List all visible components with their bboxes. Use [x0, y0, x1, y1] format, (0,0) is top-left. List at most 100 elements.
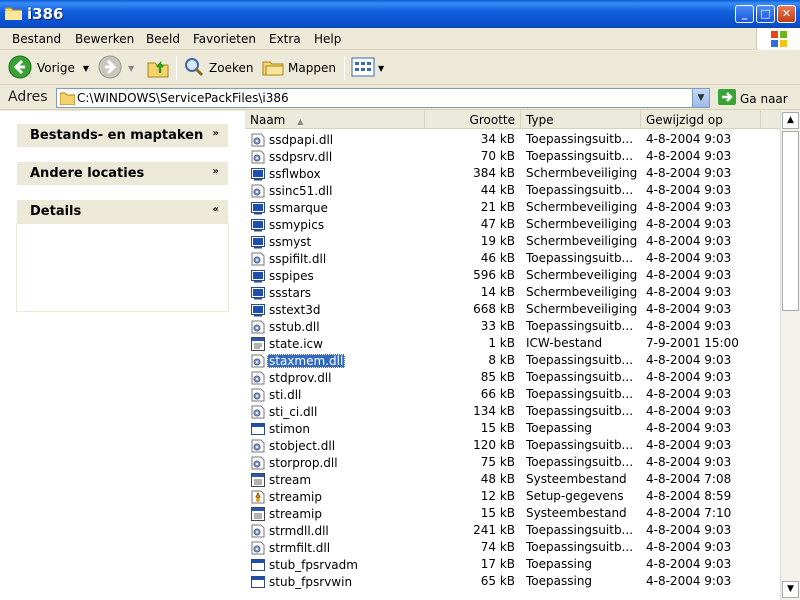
- file-row[interactable]: stream 48 kB Systeembestand 4-8-2004 7:08: [245, 471, 780, 488]
- file-row[interactable]: streamip 15 kB Systeembestand 4-8-2004 7:10: [245, 505, 780, 522]
- file-date: 4-8-2004 9:03: [646, 540, 732, 554]
- address-field[interactable]: C:\WINDOWS\ServicePackFiles\i386 ▼: [56, 88, 710, 108]
- file-row[interactable]: sspifilt.dll 46 kB Toepassingsuitb... 4-8-2…: [245, 250, 780, 267]
- file-row[interactable]: ssstars 14 kB Schermbeveiliging 4-8-2004 9:…: [245, 284, 780, 301]
- menu-bestand[interactable]: Bestand: [12, 32, 61, 46]
- search-button[interactable]: Zoeken: [183, 55, 253, 81]
- go-label: Ga naar: [740, 91, 788, 106]
- file-row[interactable]: ssdpsrv.dll 70 kB Toepassingsuitb... 4-8-20…: [245, 148, 780, 165]
- back-button[interactable]: Vorige ▼: [8, 55, 89, 81]
- back-dropdown-icon[interactable]: ▼: [83, 64, 89, 73]
- file-row[interactable]: sti.dll 66 kB Toepassingsuitb... 4-8-2004 9…: [245, 386, 780, 403]
- file-type: Toepassingsuitb...: [526, 523, 634, 537]
- menu-bewerken[interactable]: Bewerken: [75, 32, 134, 46]
- file-row[interactable]: stdprov.dll 85 kB Toepassingsuitb... 4-8-20…: [245, 369, 780, 386]
- column-header-name[interactable]: Naam ▲: [245, 111, 425, 129]
- file-name: sstub.dll: [269, 319, 320, 334]
- expand-chevron-icon[interactable]: »: [213, 128, 219, 139]
- file-size: 85 kB: [480, 370, 515, 384]
- file-row[interactable]: ssdpapi.dll 34 kB Toepassingsuitb... 4-8-20…: [245, 131, 780, 148]
- file-name-cell: stub_fpsrvwin: [251, 573, 421, 590]
- file-row[interactable]: stub_fpsrvwin 65 kB Toepassing 4-8-2004 9:0…: [245, 573, 780, 590]
- file-row[interactable]: streamip 12 kB Setup-gegevens 4-8-2004 8:59: [245, 488, 780, 505]
- file-row[interactable]: ssmypics 47 kB Schermbeveiliging 4-8-2004 9…: [245, 216, 780, 233]
- file-name-cell: ssmypics: [251, 216, 421, 233]
- section-file-folder-tasks[interactable]: Bestands- en maptaken »: [16, 123, 229, 148]
- file-size: 668 kB: [473, 302, 515, 316]
- address-path: C:\WINDOWS\ServicePackFiles\i386: [77, 91, 289, 105]
- file-name-cell: sti.dll: [251, 386, 421, 403]
- file-row[interactable]: ssmarque 21 kB Schermbeveiliging 4-8-2004 9…: [245, 199, 780, 216]
- title-bar[interactable]: i386 _ □ ✕: [0, 0, 800, 28]
- file-name: sti_ci.dll: [269, 404, 318, 419]
- forward-button[interactable]: ▼: [98, 55, 134, 81]
- menu-favorieten[interactable]: Favorieten: [193, 32, 256, 46]
- file-row[interactable]: ssinc51.dll 44 kB Toepassingsuitb... 4-8-20…: [245, 182, 780, 199]
- file-name-cell: ssmarque: [251, 199, 421, 216]
- section-details[interactable]: Details «: [16, 199, 229, 224]
- file-row[interactable]: ssmyst 19 kB Schermbeveiliging 4-8-2004 9:0…: [245, 233, 780, 250]
- file-date: 4-8-2004 9:03: [646, 302, 732, 316]
- folders-button[interactable]: Mappen: [262, 55, 336, 81]
- column-header-date[interactable]: Gewijzigd op: [641, 111, 761, 129]
- file-row[interactable]: stobject.dll 120 kB Toepassingsuitb... 4-8-…: [245, 437, 780, 454]
- menu-bar: Bestand Bewerken Beeld Favorieten Extra …: [0, 28, 800, 50]
- file-row[interactable]: sstext3d 668 kB Schermbeveiliging 4-8-2004 …: [245, 301, 780, 318]
- file-date: 4-8-2004 9:03: [646, 166, 732, 180]
- expand-chevron-icon[interactable]: »: [213, 166, 219, 177]
- file-type: Toepassing: [526, 574, 593, 588]
- minimize-button[interactable]: _: [735, 5, 754, 23]
- file-name-cell: sstub.dll: [251, 318, 421, 335]
- file-size: 241 kB: [473, 523, 515, 537]
- file-row[interactable]: sspipes 596 kB Schermbeveiliging 4-8-2004 9…: [245, 267, 780, 284]
- vertical-scrollbar[interactable]: ▲ ▼: [780, 111, 800, 600]
- file-row[interactable]: stimon 15 kB Toepassing 4-8-2004 9:03: [245, 420, 780, 437]
- maximize-button[interactable]: □: [756, 5, 775, 23]
- column-name-label: Naam: [250, 113, 286, 127]
- column-header-type[interactable]: Type: [521, 111, 641, 129]
- file-row[interactable]: stub_fpsrvadm 17 kB Toepassing 4-8-2004 9:0…: [245, 556, 780, 573]
- details-panel-body: [16, 223, 229, 312]
- file-row[interactable]: ssflwbox 384 kB Schermbeveiliging 4-8-2004 …: [245, 165, 780, 182]
- forward-dropdown-icon[interactable]: ▼: [128, 64, 134, 73]
- file-name: ssinc51.dll: [269, 183, 333, 198]
- file-size: 46 kB: [480, 251, 515, 265]
- screensaver-icon: [251, 201, 265, 215]
- file-row[interactable]: strmdll.dll 241 kB Toepassingsuitb... 4-8-2…: [245, 522, 780, 539]
- menu-extra[interactable]: Extra: [269, 32, 301, 46]
- file-row[interactable]: state.icw 1 kB ICW-bestand 7-9-2001 15:00: [245, 335, 780, 352]
- collapse-chevron-icon[interactable]: «: [213, 204, 219, 215]
- file-row[interactable]: strmfilt.dll 74 kB Toepassingsuitb... 4-8-2…: [245, 539, 780, 556]
- folder-icon: [59, 91, 76, 108]
- up-folder-button[interactable]: [146, 55, 170, 81]
- file-type: Toepassingsuitb...: [526, 540, 634, 554]
- file-name: state.icw: [269, 336, 323, 351]
- window-title: i386: [27, 5, 64, 23]
- scroll-down-button[interactable]: ▼: [782, 581, 799, 598]
- column-header-size[interactable]: Grootte: [425, 111, 521, 129]
- file-row[interactable]: staxmem.dll 8 kB Toepassingsuitb... 4-8-200…: [245, 352, 780, 369]
- up-folder-icon: [146, 55, 170, 82]
- menu-help[interactable]: Help: [314, 32, 341, 46]
- close-button[interactable]: ✕: [777, 5, 796, 23]
- file-size: 12 kB: [480, 489, 515, 503]
- section-other-places[interactable]: Andere locaties »: [16, 161, 229, 186]
- menu-beeld[interactable]: Beeld: [146, 32, 180, 46]
- scroll-up-button[interactable]: ▲: [782, 112, 799, 129]
- file-name-cell: ssflwbox: [251, 165, 421, 182]
- scroll-thumb[interactable]: [782, 131, 799, 311]
- go-button[interactable]: Ga naar: [718, 89, 788, 108]
- address-dropdown-button[interactable]: ▼: [692, 89, 709, 107]
- file-date: 4-8-2004 9:03: [646, 268, 732, 282]
- minimize-icon: _: [741, 7, 748, 20]
- views-dropdown-icon[interactable]: ▼: [378, 64, 384, 73]
- file-name-cell: stream: [251, 471, 421, 488]
- file-type: Toepassingsuitb...: [526, 387, 634, 401]
- file-name: ssmypics: [269, 217, 325, 232]
- file-row[interactable]: sti_ci.dll 134 kB Toepassingsuitb... 4-8-20…: [245, 403, 780, 420]
- file-row[interactable]: sstub.dll 33 kB Toepassingsuitb... 4-8-2004…: [245, 318, 780, 335]
- windows-logo-icon: [756, 28, 800, 50]
- views-button[interactable]: ▼: [351, 55, 384, 81]
- file-row[interactable]: storprop.dll 75 kB Toepassingsuitb... 4-8-2…: [245, 454, 780, 471]
- file-name-cell: streamip: [251, 488, 421, 505]
